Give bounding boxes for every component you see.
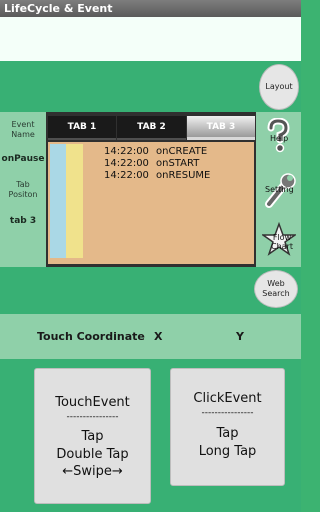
tab-3-label: TAB 3 <box>206 121 236 132</box>
touch-x-value: X <box>154 330 163 343</box>
tab-position-label: Tab Positon <box>0 180 46 200</box>
click-event-separator: ---------------- <box>201 408 254 418</box>
log-row: 14:22:00 onRESUME <box>104 170 210 182</box>
layout-button[interactable]: Layout <box>259 64 299 110</box>
flow-chart-label-line2: Chart <box>271 242 293 251</box>
touch-event-separator: ---------------- <box>66 412 119 422</box>
log-event: onRESUME <box>156 170 211 181</box>
log-row: 14:22:00 onSTART <box>104 158 199 170</box>
touch-event-swipe: ←Swipe→ <box>62 464 123 479</box>
left-info-panel: Event Name onPause Tab Positon tab 3 <box>0 112 46 267</box>
click-event-tap: Tap <box>216 426 239 441</box>
top-panel <box>0 17 301 61</box>
tab-position-label-line1: Tab <box>16 180 30 189</box>
log-time: 14:22:00 <box>104 170 149 181</box>
flow-chart-label-line1: Flow <box>272 233 292 242</box>
touch-coordinate-label: Touch Coordinate <box>37 330 145 343</box>
log-stripe-yellow <box>66 144 83 258</box>
web-search-button[interactable]: Web Search <box>254 270 298 308</box>
event-name-value: onPause <box>1 154 45 164</box>
log-event: onSTART <box>156 158 200 169</box>
tab-3[interactable]: TAB 3 <box>187 116 255 140</box>
tab-1-label: TAB 1 <box>67 122 97 132</box>
touch-event-panel[interactable]: TouchEvent ---------------- Tap Double T… <box>34 368 151 504</box>
app-title: LifeCycle & Event <box>4 2 113 15</box>
tab-2[interactable]: TAB 2 <box>117 116 186 140</box>
app-title-bar: LifeCycle & Event <box>0 0 301 17</box>
web-search-label-line1: Web <box>267 279 285 288</box>
event-name-label: Event Name <box>0 120 46 140</box>
touch-event-title: TouchEvent <box>55 395 130 410</box>
tab-position-value: tab 3 <box>9 216 37 226</box>
log-stripe-blue <box>50 144 66 258</box>
log-time: 14:22:00 <box>104 158 149 169</box>
tab-1[interactable]: TAB 1 <box>48 116 116 140</box>
flow-chart-label: Flow Chart <box>271 233 293 251</box>
tab-position-label-line2: Positon <box>8 190 38 199</box>
click-event-long-tap: Long Tap <box>198 444 257 459</box>
log-time: 14:22:00 <box>104 146 149 157</box>
log-row: 14:22:00 onCREATE <box>104 146 207 158</box>
web-search-label: Web Search <box>262 279 289 299</box>
touch-event-tap: Tap <box>81 429 104 444</box>
help-label: Help <box>270 134 289 143</box>
event-name-label-line1: Event <box>11 120 35 129</box>
log-event: onCREATE <box>156 146 208 157</box>
touch-y-value: Y <box>236 330 244 343</box>
layout-button-label: Layout <box>265 82 293 91</box>
click-event-panel[interactable]: ClickEvent ---------------- Tap Long Tap <box>170 368 285 486</box>
web-search-label-line2: Search <box>262 289 290 298</box>
touch-event-double-tap: Double Tap <box>56 447 129 462</box>
setting-label: Setting <box>265 185 294 194</box>
event-name-label-line2: Name <box>11 130 35 139</box>
tab-2-label: TAB 2 <box>137 122 166 132</box>
click-event-title: ClickEvent <box>193 391 262 406</box>
